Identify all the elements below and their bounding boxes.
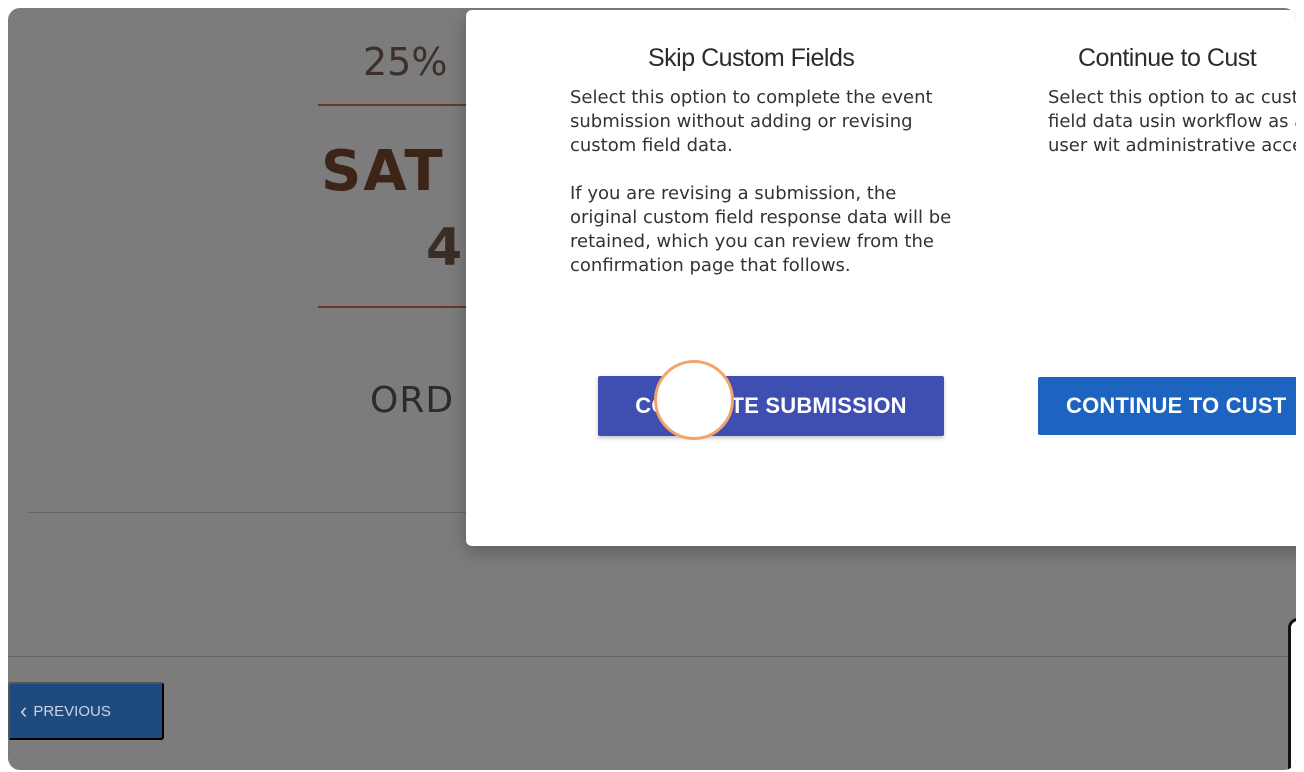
skip-paragraph-1: Select this option to complete the event… xyxy=(570,87,933,156)
skip-custom-fields-title: Skip Custom Fields xyxy=(648,44,855,72)
chevron-left-icon: ‹ xyxy=(20,698,28,723)
footer-divider xyxy=(8,656,1296,657)
previous-button[interactable]: ‹ PREVIOUS xyxy=(8,682,164,740)
continue-paragraph-1: Select this option to ac custom field da… xyxy=(1048,87,1296,156)
continue-description: Select this option to ac custom field da… xyxy=(1048,86,1296,182)
continue-custom-fields-title: Continue to Cust xyxy=(1078,44,1257,72)
day-label: SAT xyxy=(321,139,445,204)
previous-button-label: PREVIOUS xyxy=(33,702,111,720)
order-label: ORD xyxy=(370,380,455,421)
skip-paragraph-2: If you are revising a submission, the or… xyxy=(570,183,952,276)
help-widget[interactable] xyxy=(1288,618,1296,770)
click-indicator xyxy=(654,360,734,440)
progress-percent: 25% xyxy=(363,40,448,84)
divider-top xyxy=(318,104,478,106)
screen: 25% SAT 4 ORD ‹ PREVIOUS Skip Custom Fie… xyxy=(8,8,1296,770)
divider-bottom xyxy=(318,306,478,308)
complete-submission-button[interactable]: COMPLETE SUBMISSION xyxy=(598,376,944,436)
skip-description: Select this option to complete the event… xyxy=(570,86,960,302)
custom-fields-modal: Skip Custom Fields Select this option to… xyxy=(466,10,1296,546)
date-label: 4 xyxy=(426,218,463,278)
section-divider xyxy=(28,512,478,513)
continue-to-custom-fields-button[interactable]: CONTINUE TO CUST xyxy=(1038,377,1296,435)
